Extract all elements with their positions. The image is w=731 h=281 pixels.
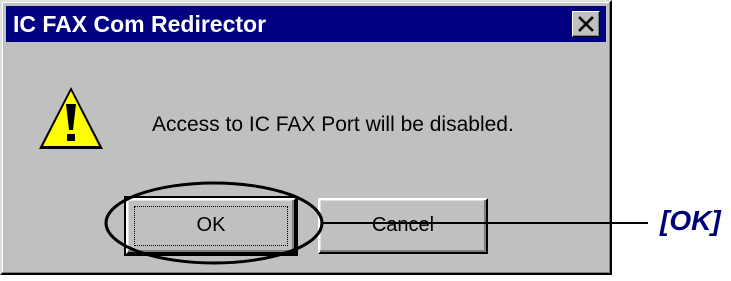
cancel-button-label: Cancel	[371, 214, 435, 236]
close-icon	[578, 16, 594, 32]
title-bar[interactable]: IC FAX Com Redirector	[6, 6, 606, 42]
dialog-message: Access to IC FAX Port will be disabled.	[152, 113, 514, 136]
callout-label: [OK]	[660, 205, 721, 236]
cancel-button[interactable]: Cancel	[318, 198, 488, 254]
ok-button[interactable]: OK	[124, 196, 298, 256]
ok-button-label: OK	[196, 214, 226, 236]
close-button[interactable]	[572, 11, 600, 37]
dialog-title: IC FAX Com Redirector	[13, 11, 267, 37]
message-dialog: IC FAX Com Redirector Access to IC FAX P…	[0, 0, 612, 275]
warning-icon	[36, 84, 106, 159]
screenshot-stage: IC FAX Com Redirector Access to IC FAX P…	[0, 0, 731, 281]
